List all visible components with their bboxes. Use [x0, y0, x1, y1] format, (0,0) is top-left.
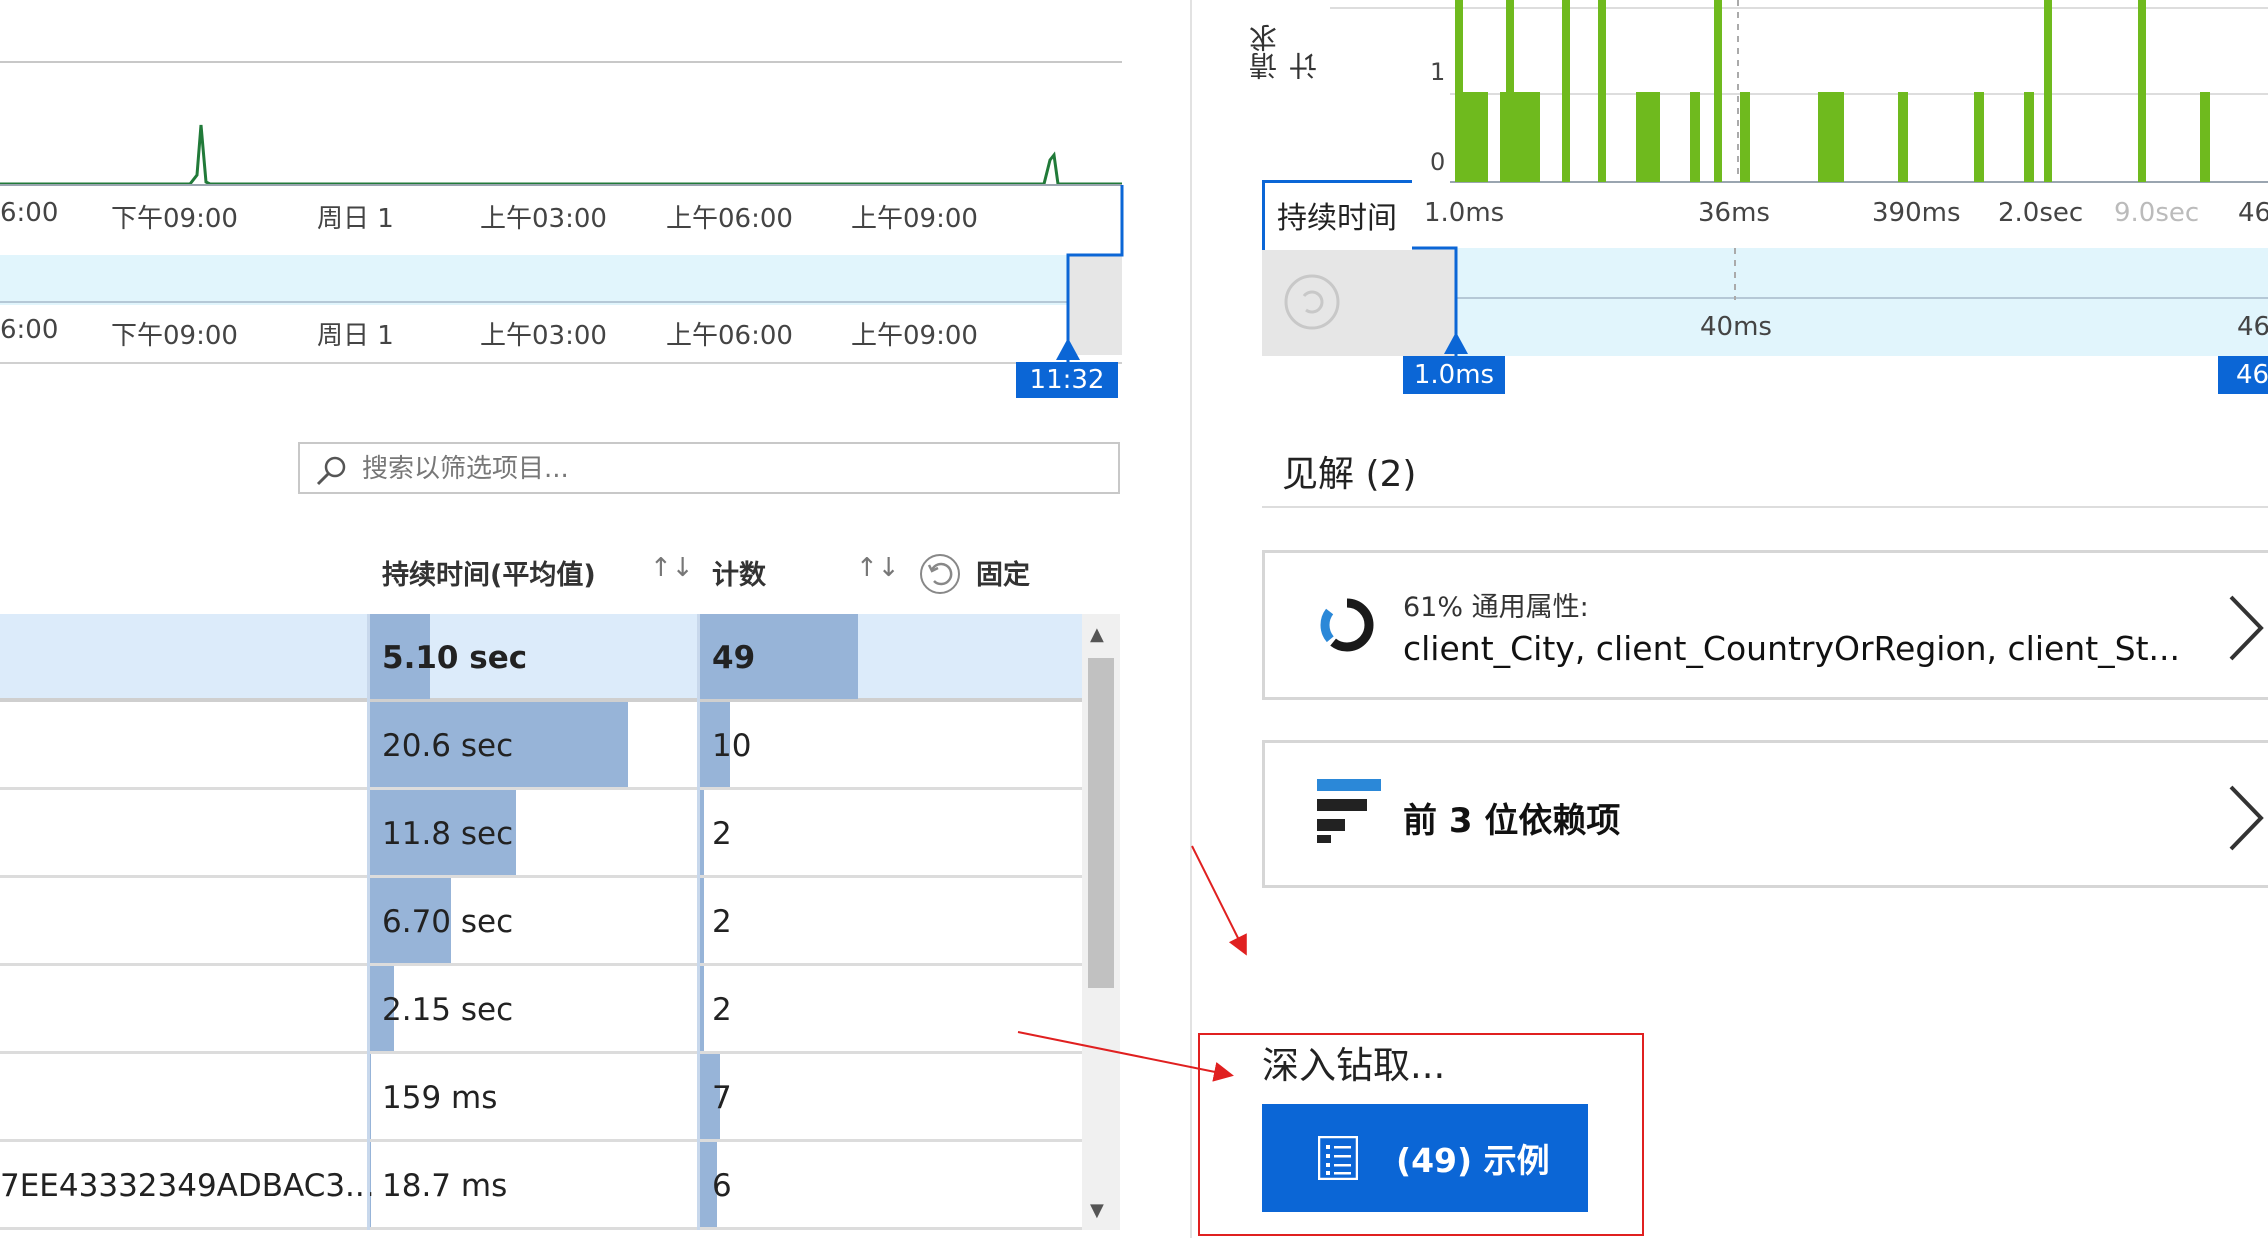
row-name: 7EE43332349ADBAC3... [0, 1168, 375, 1204]
row-duration: 11.8 sec [382, 816, 514, 852]
hist-bar [1455, 0, 1463, 182]
operations-table: 5.10 sec 49 20.6 sec 10 11.8 sec 2 6.70 sec 2 2.… [0, 614, 1082, 1230]
search-input[interactable] [360, 444, 1104, 494]
hist-bar [1818, 92, 1844, 182]
x-tick: 46 [2238, 198, 2268, 228]
table-row[interactable]: 20.6 sec 10 [0, 702, 1082, 790]
row-count: 10 [712, 728, 752, 764]
reset-pin-icon[interactable] [918, 552, 962, 596]
hist-bar [1598, 0, 1606, 182]
dependencies-bars-icon [1317, 779, 1381, 843]
table-row[interactable]: 2.15 sec 2 [0, 966, 1082, 1054]
sort-count-icon[interactable]: ↑↓ [856, 553, 900, 583]
x-tick: 36ms [1698, 198, 1770, 228]
list-icon [1318, 1136, 1358, 1180]
row-count: 49 [712, 640, 756, 676]
row-duration: 20.6 sec [382, 728, 514, 764]
donut-icon [1320, 598, 1374, 652]
scroll-up-icon[interactable]: ▲ [1090, 624, 1104, 645]
sort-duration-icon[interactable]: ↑↓ [650, 553, 694, 583]
hist-bar [1690, 92, 1700, 182]
chevron-right-icon [2229, 785, 2264, 851]
y-tick: 0 [1430, 148, 1446, 176]
row-count: 2 [712, 816, 732, 852]
hist-bar [2044, 0, 2052, 182]
hist-bar [1500, 92, 1534, 182]
row-count: 2 [712, 904, 732, 940]
hist-bar [2024, 92, 2034, 182]
hist-brush-range [1456, 248, 2268, 356]
column-divider [367, 614, 370, 1230]
insight-deps-label: 前 3 位依赖项 [1403, 801, 1621, 841]
hist-bar [2138, 0, 2146, 182]
scroll-down-icon[interactable]: ▼ [1090, 1200, 1104, 1221]
hist-bar [1466, 92, 1488, 182]
row-duration: 6.70 sec [382, 904, 514, 940]
table-row[interactable]: 159 ms 7 [0, 1054, 1082, 1142]
hist-bar [1740, 92, 1750, 182]
insights-divider [1262, 506, 2268, 508]
row-count: 7 [712, 1080, 732, 1116]
tab-duration-label: 持续时间 [1277, 201, 1397, 236]
row-duration: 5.10 sec [382, 640, 528, 676]
insight-top-dependencies-card[interactable]: 前 3 位依赖项 [1262, 740, 2268, 888]
column-header-duration[interactable]: 持续时间(平均值) [382, 553, 596, 592]
column-header-pin[interactable]: 固定 [976, 553, 1030, 592]
scrollbar-thumb[interactable] [1088, 658, 1114, 988]
drill-in-title: 深入钻取... [1262, 1044, 1446, 1087]
brush-mid-label: 40ms [1700, 312, 1772, 342]
x-tick: 1.0ms [1424, 198, 1505, 228]
hist-brush-excluded [1262, 248, 1456, 356]
hist-bar [2200, 92, 2210, 182]
table-scrollbar[interactable]: ▲ ▼ [1082, 614, 1120, 1230]
hist-bar [1714, 0, 1722, 182]
brush-right-label: 46 [2237, 312, 2268, 342]
hist-bar [1974, 92, 1984, 182]
samples-button-label: (49) 示例 [1396, 1141, 1550, 1180]
search-icon [316, 456, 346, 486]
duration-handle-right[interactable]: 46 [2218, 356, 2268, 394]
column-divider [697, 614, 700, 1230]
row-count: 2 [712, 992, 732, 1028]
hist-bar [1898, 92, 1908, 182]
hist-bar [1562, 0, 1570, 182]
annotation-arrow [1191, 845, 1247, 956]
table-row[interactable]: 11.8 sec 2 [0, 790, 1082, 878]
table-row[interactable]: 7EE43332349ADBAC3... 18.7 ms 6 [0, 1142, 1082, 1230]
table-row[interactable]: 6.70 sec 2 [0, 878, 1082, 966]
samples-button[interactable]: (49) 示例 [1262, 1104, 1588, 1212]
duration-handle-left[interactable]: 1.0ms [1403, 356, 1505, 394]
row-duration: 159 ms [382, 1080, 498, 1116]
x-tick: 9.0sec [2114, 198, 2200, 228]
row-duration: 2.15 sec [382, 992, 514, 1028]
table-row[interactable]: 5.10 sec 49 [0, 614, 1082, 702]
chevron-right-icon [2229, 595, 2264, 661]
insights-title: 见解 (2) [1282, 454, 1417, 495]
y-tick: 1 [1430, 58, 1446, 86]
insight-attrs-percent: 61% 通用属性: [1403, 592, 1589, 623]
hist-bar [1636, 92, 1660, 182]
row-duration: 18.7 ms [382, 1168, 508, 1204]
x-tick: 390ms [1872, 198, 1961, 228]
histogram-y-label: 请求计 [1248, 24, 1321, 80]
row-count: 6 [712, 1168, 732, 1204]
x-tick: 2.0sec [1998, 198, 2084, 228]
insight-attrs-list: client_City, client_CountryOrRegion, cli… [1403, 629, 2181, 668]
insight-common-properties-card[interactable]: 61% 通用属性: client_City, client_CountryOrR… [1262, 550, 2268, 700]
column-header-count[interactable]: 计数 [712, 553, 766, 592]
search-box[interactable] [298, 442, 1120, 494]
tab-duration[interactable]: 持续时间 [1262, 180, 1412, 250]
